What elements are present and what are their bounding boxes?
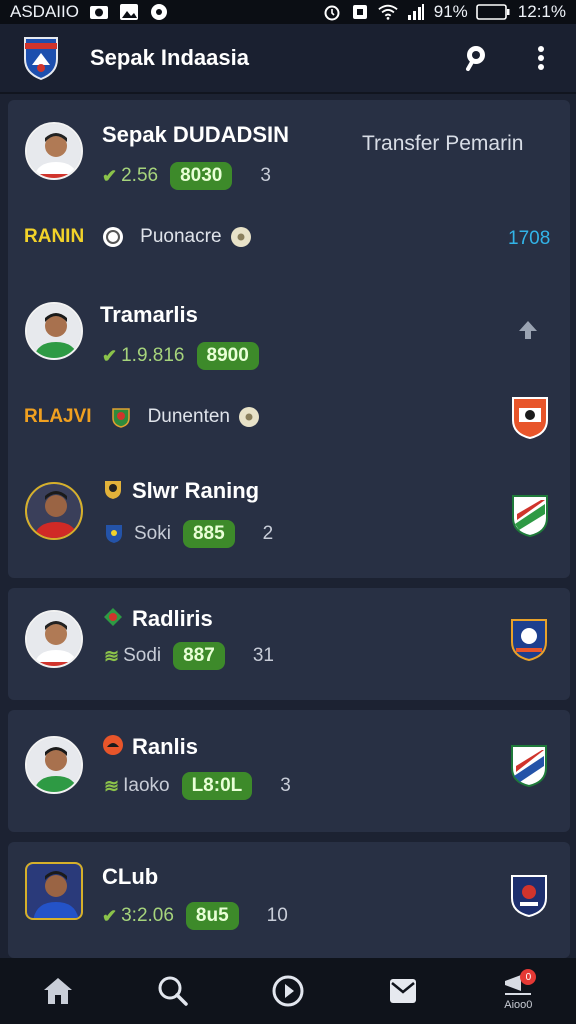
app-logo [22,35,60,81]
nav-transfers[interactable]: 0 Aioo0 [488,961,548,1021]
gallery-icon [119,3,139,21]
player-list-card: Sepak DUDADSIN ✔ 2.56 8030 3 Transfer Pe… [8,100,570,578]
player-card[interactable]: Radliris ≋ Sodi 887 31 [8,588,570,700]
player-name: Sepak DUDADSIN [102,122,290,147]
rank-number: 3 [280,775,291,796]
app-bar: Sepak Indaasia [0,24,576,94]
player-row[interactable]: Tramarlis ✔ 1.9.816 8900 [8,280,570,380]
more-options-button[interactable] [524,41,558,75]
score-pill: 8900 [196,342,259,370]
player-avatar [25,736,83,794]
transfer-label[interactable]: Transfer Pemarin [362,132,523,156]
rank-number: 31 [252,645,274,666]
search-button[interactable] [460,41,494,75]
stat-value: Iaoko [123,775,170,796]
league-name: Puonacre [140,226,222,247]
rank-number: 3 [260,165,271,186]
search-icon [466,46,485,71]
camera-icon [89,3,109,21]
player-row[interactable]: Sepak DUDADSIN ✔ 2.56 8030 3 Transfer Pe… [8,100,570,200]
stat-value: 1.9.816 [121,345,185,366]
player-avatar [25,482,83,540]
club-badge-icon [102,478,124,500]
wifi-icon [378,3,398,21]
player-stats: ≋ Iaoko L8:0L 3 [104,772,291,800]
club-crest-icon [510,618,548,662]
player-name: CLub [102,864,159,889]
player-name: Ranlis [132,734,199,759]
play-circle-icon [272,975,304,1007]
more-vert-icon [538,46,544,70]
player-stats: Soki 885 2 [104,520,273,548]
league-badge-icon [102,226,124,248]
nfc-icon [350,3,370,21]
nav-play[interactable] [258,961,318,1021]
club-crest-icon [511,494,549,538]
sort-up-icon[interactable] [516,318,540,347]
clock: 12:1% [517,2,566,21]
player-avatar [25,610,83,668]
stat-value: Sodi [123,645,162,666]
player-row[interactable]: Slwr Raning Soki 885 2 [8,460,570,570]
club-crest-icon [510,744,548,788]
nav-inbox[interactable] [373,961,433,1021]
battery-percent: 91% [433,2,468,21]
trend-up-icon: ✔ [102,165,118,186]
rank-number: 2 [262,523,274,544]
player-avatar [25,302,83,360]
settings-icon [149,3,169,21]
score-pill: 8u5 [185,902,239,930]
score-pill: L8:0L [181,772,253,800]
player-name: Tramarlis [100,302,198,327]
trend-up-icon: ✔ [102,905,118,926]
league-row[interactable]: RANIN Puonacre 1708 [8,218,570,258]
club-crest-icon [110,406,132,428]
status-bar: ASDAIIO 91% 12:1% [0,0,576,24]
player-stats: ✔ 1.9.816 8900 [102,342,259,370]
player-name: Radliris [132,606,213,631]
player-name: Slwr Raning [132,478,260,503]
club-badge-icon [104,523,126,545]
football-icon [230,226,252,248]
club-badge-icon [102,734,124,756]
league-tag: RANIN [24,226,85,247]
club-crest-icon [510,874,548,918]
score-pill: 885 [182,520,235,548]
nav-home[interactable] [28,961,88,1021]
alarm-icon [322,3,342,21]
player-stats: ✔ 2.56 8030 3 [102,162,271,190]
search-icon [158,976,188,1006]
app-title: Sepak Indaasia [90,45,249,70]
player-stats: ✔ 3:2.06 8u5 10 [102,902,288,930]
bottom-nav: 0 Aioo0 [0,958,576,1024]
nav-search[interactable] [143,961,203,1021]
score-pill: 887 [173,642,225,670]
club-badge-icon [102,606,124,628]
trend-up-icon: ✔ [102,345,118,366]
stat-value: Soki [134,523,171,544]
league-value: 1708 [508,228,551,249]
football-icon [238,406,260,428]
player-avatar [25,122,83,180]
stat-value: 3:2.06 [121,905,174,926]
trend-up-icon: ≋ [104,645,120,666]
carrier-label: ASDAIIO [10,2,79,21]
signal-icon [406,3,426,21]
battery-icon [475,3,510,21]
league-row[interactable]: RLAJVI Dunenten [8,396,570,440]
stat-value: 2.56 [121,165,159,186]
trend-up-icon: ≋ [104,775,120,796]
club-crest-icon [511,396,549,440]
player-avatar [25,862,83,920]
mail-icon [390,979,417,1003]
player-stats: ≋ Sodi 887 31 [104,642,274,670]
nav-label: Aioo0 [504,999,533,1011]
home-icon [43,978,72,1004]
rank-number: 10 [266,905,288,926]
league-name: Dunenten [147,406,230,427]
player-card[interactable]: Ranlis ≋ Iaoko L8:0L 3 [8,710,570,832]
player-card[interactable]: CLub ✔ 3:2.06 8u5 10 [8,842,570,958]
league-tag: RLAJVI [24,406,92,427]
score-pill: 8030 [170,162,233,190]
